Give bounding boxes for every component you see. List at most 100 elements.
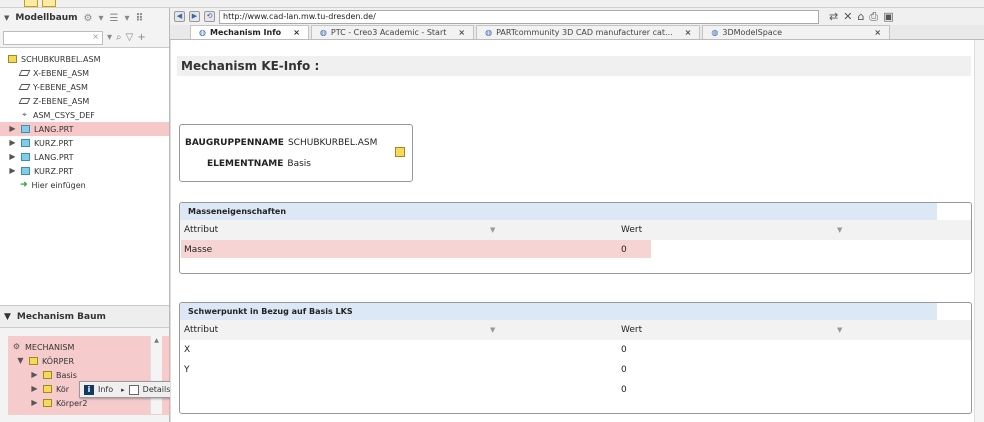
tree-node-label: Y-EBENE_ASM <box>33 82 88 92</box>
part-icon <box>21 125 30 133</box>
filter-icon[interactable]: ▼ <box>837 326 842 334</box>
refresh-icon[interactable]: ⇄ <box>829 10 838 24</box>
close-tab-icon[interactable]: × <box>874 28 881 37</box>
back-icon[interactable]: ◀ <box>174 11 185 22</box>
details-icon <box>128 384 139 395</box>
baugruppenname-value: SCHUBKURBEL.ASM <box>287 138 378 148</box>
value-column-header[interactable]: Wert <box>621 225 642 235</box>
expand-arrow-icon[interactable]: ▶ <box>30 385 39 393</box>
mass-value: 0 <box>621 245 627 255</box>
mass-table-header: Attribut ▼ Wert ▼ <box>180 220 971 240</box>
tab-label: PTC - Creo3 Academic - Start <box>330 28 447 37</box>
expand-arrow-icon[interactable]: ▶ <box>30 371 39 379</box>
tree-node-label: Hier einfügen <box>31 180 86 190</box>
element-info-box: BAUGRUPPENNAME SCHUBKURBEL.ASM ELEMENTNAM… <box>179 124 413 182</box>
browser-tab[interactable]: ◍ PTC - Creo3 Academic - Start × <box>310 25 475 39</box>
attribute-column-header[interactable]: Attribut <box>184 325 218 335</box>
elementname-value: Basis <box>287 159 311 169</box>
chevron-down-icon[interactable]: ▾ <box>99 13 104 24</box>
browser-tab[interactable]: ◍ Mechanism Info × <box>190 25 309 39</box>
table-row: X0 <box>180 340 971 360</box>
tree-settings-icon[interactable]: ⚙ <box>84 13 93 24</box>
browser-tab[interactable]: ◍ PARTcommunity 3D CAD manufacturer cat..… <box>476 25 701 39</box>
mass-properties-section: Masseneigenschaften Attribut ▼ Wert ▼ Ma… <box>179 202 972 274</box>
context-menu-info[interactable]: Info <box>98 385 113 394</box>
close-tab-icon[interactable]: × <box>458 28 465 37</box>
tab-label: 3DModelSpace <box>722 28 783 37</box>
cog-value: 0 <box>621 385 627 395</box>
expand-arrow-icon[interactable]: ▶ <box>8 125 17 133</box>
close-tab-icon[interactable]: × <box>685 28 692 37</box>
tree-node[interactable]: ▶ KURZ.PRT <box>0 164 169 178</box>
mechanism-tree-header: ▼ Mechanism Baum <box>0 306 169 328</box>
mechanism-node-label: Kör <box>56 384 70 394</box>
expand-arrow-icon[interactable]: ▶ <box>30 399 39 407</box>
mechanism-tree: ⚙ MECHANISM ▼ KÖRPER ▶ Basis ▶ Kör ▶ Körper2 <box>0 332 170 414</box>
context-menu-details[interactable]: Details <box>143 385 171 394</box>
browser-tab[interactable]: ◍ 3DModelSpace × <box>702 25 891 39</box>
expand-arrow-icon[interactable]: ▶ <box>8 167 17 175</box>
top-toolbar-strip <box>0 0 984 8</box>
expand-arrow-icon[interactable]: ▶ <box>8 153 17 161</box>
add-icon[interactable]: + <box>137 32 145 43</box>
mechanism-tree-node[interactable]: ▶ Körper2 <box>0 396 170 410</box>
stop-icon[interactable]: ✕ <box>843 10 852 24</box>
mechanism-tree-node[interactable]: ▼ KÖRPER <box>0 354 170 368</box>
toolbar-tab-icon[interactable] <box>42 0 56 7</box>
mechanism-tree-node[interactable]: ⚙ MECHANISM <box>0 340 170 354</box>
filter-icon[interactable]: ▼ <box>490 326 495 334</box>
model-tree: SCHUBKURBEL.ASM X-EBENE_ASM Y-EBENE_ASM Z-E… <box>0 48 169 306</box>
filter-icon[interactable]: ▼ <box>490 226 495 234</box>
tree-node[interactable]: ⌖ ASM_CSYS_DEF <box>0 108 169 122</box>
tree-node[interactable]: Y-EBENE_ASM <box>0 80 169 94</box>
plane-icon <box>18 98 31 104</box>
collapse-triangle-icon[interactable]: ▼ <box>4 14 9 22</box>
history-icon[interactable]: ⟲ <box>204 11 215 22</box>
mechanism-tree-scrollbar[interactable]: ▲ <box>150 336 162 414</box>
tree-node[interactable]: SCHUBKURBEL.ASM <box>0 52 169 66</box>
tree-node[interactable]: ▶ LANG.PRT <box>0 122 169 136</box>
home-icon[interactable]: ⌂ <box>857 10 864 24</box>
page-content: Mechanism KE-Info : BAUGRUPPENNAME SCHUBK… <box>170 40 984 422</box>
tree-node[interactable]: Z-EBENE_ASM <box>0 94 169 108</box>
tree-node[interactable]: ▶ KURZ.PRT <box>0 136 169 150</box>
filter-icon[interactable]: ▼ <box>837 226 842 234</box>
toolbar-tab-icon[interactable] <box>24 0 38 7</box>
submenu-arrow-icon: ▸ <box>121 385 125 394</box>
mechanism-node-label: KÖRPER <box>42 356 75 366</box>
chevron-down-icon[interactable]: ▾ <box>125 13 130 24</box>
forward-icon[interactable]: ▶ <box>189 11 200 22</box>
collapse-triangle-icon[interactable]: ▼ <box>4 312 11 322</box>
tree-node-label: ASM_CSYS_DEF <box>33 110 95 120</box>
value-column-header[interactable]: Wert <box>621 325 642 335</box>
close-tab-icon[interactable]: × <box>293 28 300 37</box>
tree-node-label: X-EBENE_ASM <box>33 68 90 78</box>
tab-favicon-icon: ◍ <box>485 28 493 37</box>
tree-columns-icon[interactable]: ⠿ <box>136 13 144 24</box>
tree-search-input[interactable]: × <box>3 30 103 45</box>
print-icon[interactable]: ⎙ <box>869 10 878 24</box>
tree-node[interactable]: ➜ Hier einfügen <box>0 178 169 192</box>
chevron-down-icon[interactable]: ▾ <box>107 32 112 43</box>
save-icon[interactable]: ▣ <box>883 10 893 24</box>
part-icon <box>21 167 30 175</box>
expand-arrow-icon[interactable]: ▼ <box>16 357 25 365</box>
tree-node[interactable]: X-EBENE_ASM <box>0 66 169 80</box>
list-icon[interactable]: ☰ <box>110 13 119 24</box>
expand-arrow-icon[interactable]: ▶ <box>8 139 17 147</box>
attribute-column-header[interactable]: Attribut <box>184 225 218 235</box>
scroll-up-icon[interactable]: ▲ <box>151 336 162 346</box>
insert-arrow-icon: ➜ <box>20 180 28 190</box>
page-scrollbar[interactable] <box>974 40 984 422</box>
assembly-icon[interactable] <box>395 147 405 157</box>
cog-value: 0 <box>621 365 627 375</box>
filter-icon[interactable]: ▽ <box>126 32 134 43</box>
mechanism-tree-node[interactable]: ▶ Basis <box>0 368 170 382</box>
cog-value: 0 <box>621 345 627 355</box>
cog-section-title: Schwerpunkt in Bezug auf Basis LKS <box>180 303 937 320</box>
tree-node[interactable]: ▶ LANG.PRT <box>0 150 169 164</box>
tab-favicon-icon: ◍ <box>319 28 327 37</box>
binoculars-icon[interactable]: ⌕ <box>116 32 122 43</box>
url-field[interactable]: http://www.cad-lan.mw.tu-dresden.de/ <box>219 9 819 24</box>
body-icon <box>43 371 52 379</box>
